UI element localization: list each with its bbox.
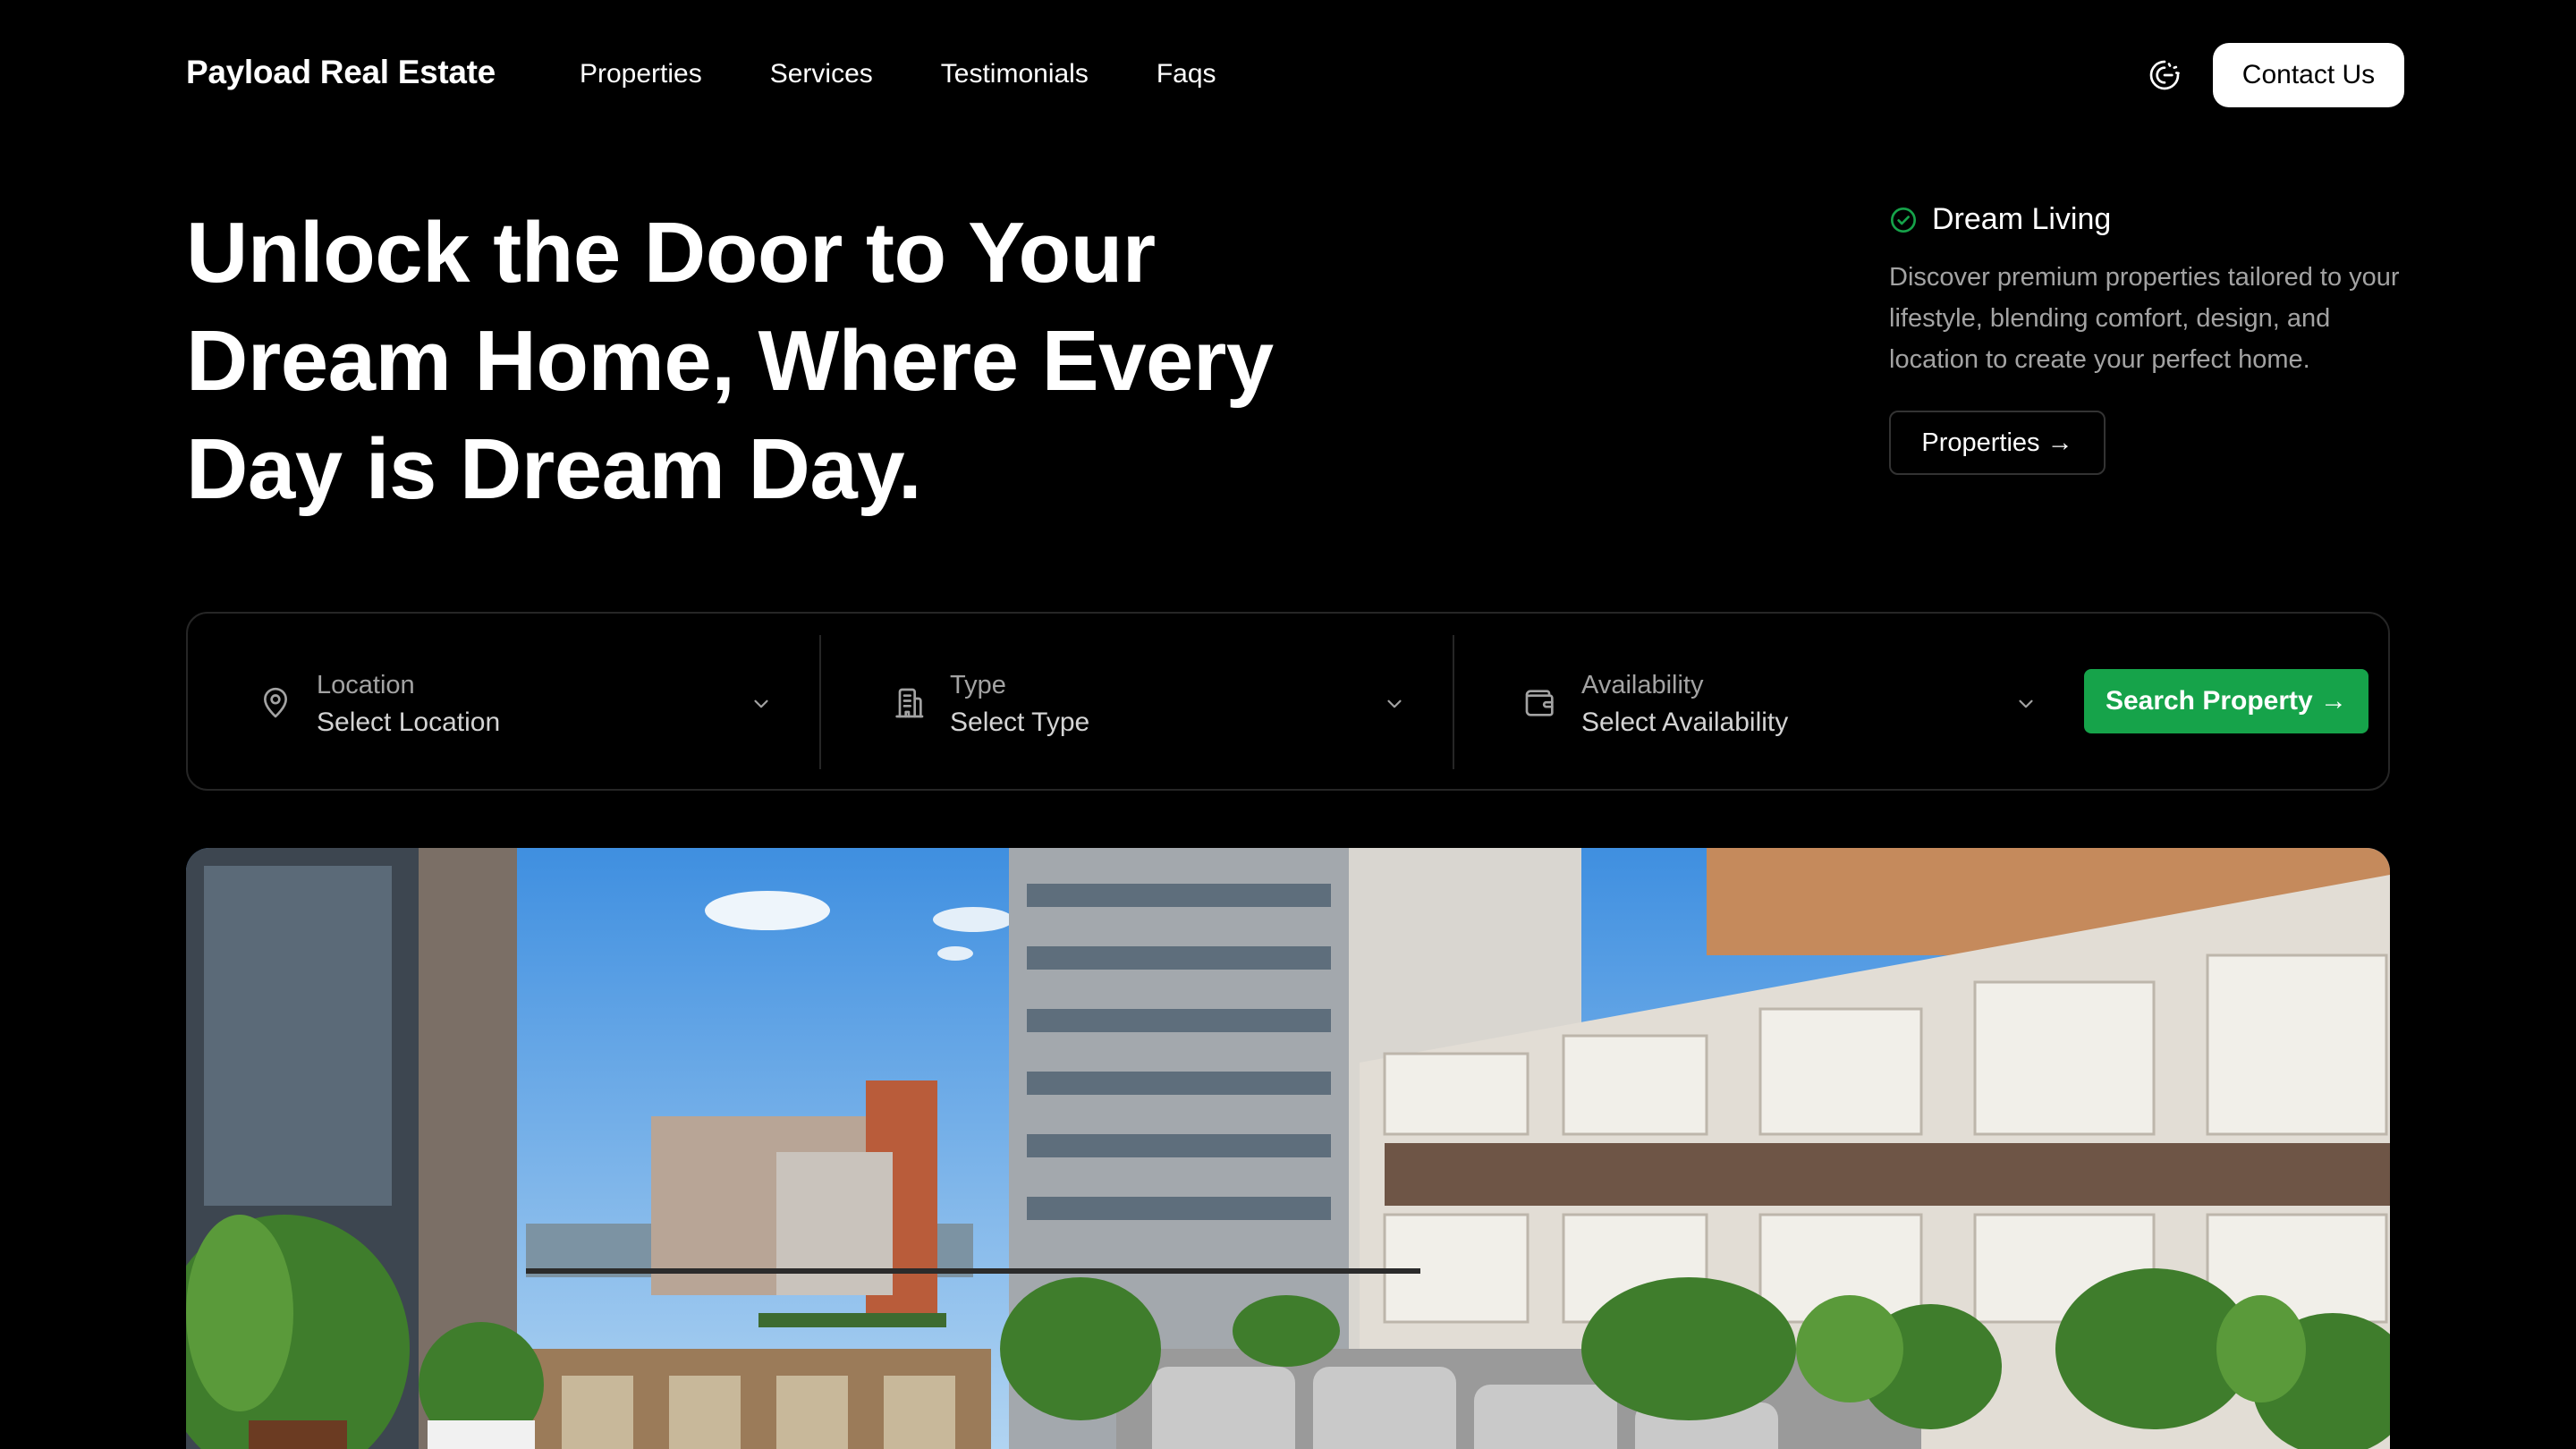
theme-toggle-icon[interactable] [2147, 57, 2182, 93]
nav-item-testimonials[interactable]: Testimonials [941, 59, 1089, 89]
type-value: Select Type [950, 708, 1090, 737]
chevron-down-icon [2019, 699, 2033, 708]
type-label: Type [950, 671, 1006, 699]
location-select[interactable]: Location Select Location [188, 633, 819, 773]
contact-us-button[interactable]: Contact Us [2213, 43, 2404, 107]
hero-title-line: Unlock the Door to Your [186, 205, 1156, 301]
dream-living-title: Dream Living [1932, 202, 2112, 236]
check-circle-icon [1891, 207, 1916, 233]
availability-label: Availability [1581, 671, 1704, 699]
hero-title-line: Day is Dream Day. [186, 421, 922, 517]
property-search-bar: Location Select Location Type Select Typ… [186, 612, 2390, 791]
nav-item-faqs[interactable]: Faqs [1157, 59, 1216, 89]
brand-logo[interactable]: Payload Real Estate [186, 54, 496, 91]
availability-select[interactable]: Availability Select Availability [1453, 633, 2084, 773]
availability-select-text: Availability Select Availability [1581, 667, 1788, 742]
location-label: Location [317, 671, 415, 699]
hero-title: Unlock the Door to Your Dream Home, Wher… [186, 199, 1349, 523]
hero-property-image [186, 848, 2390, 1449]
chevron-down-icon [1387, 699, 1402, 708]
search-property-button[interactable]: Search Property → [2084, 669, 2368, 733]
building-icon [895, 688, 924, 718]
availability-value: Select Availability [1581, 708, 1789, 737]
nav-item-properties[interactable]: Properties [580, 59, 702, 89]
type-select[interactable]: Type Select Type [821, 633, 1453, 773]
dream-living-panel: Dream Living Discover premium properties… [1889, 202, 2408, 475]
page: Payload Real Estate Properties Services … [0, 0, 2576, 1449]
chevron-down-icon [754, 699, 768, 708]
dream-living-description: Discover premium properties tailored to … [1889, 263, 2400, 374]
main-nav: Properties Services Testimonials Faqs [580, 59, 1216, 89]
type-select-text: Type Select Type [950, 667, 1089, 742]
wallet-icon [1525, 690, 1554, 716]
map-pin-icon [264, 687, 287, 718]
nav-item-services[interactable]: Services [770, 59, 873, 89]
location-value: Select Location [317, 708, 501, 737]
location-select-text: Location Select Location [317, 667, 500, 742]
dream-living-header: Dream Living [1889, 202, 2408, 237]
hero-title-line: Dream Home, Where Every [186, 313, 1274, 409]
properties-button[interactable]: Properties → [1889, 411, 2106, 475]
